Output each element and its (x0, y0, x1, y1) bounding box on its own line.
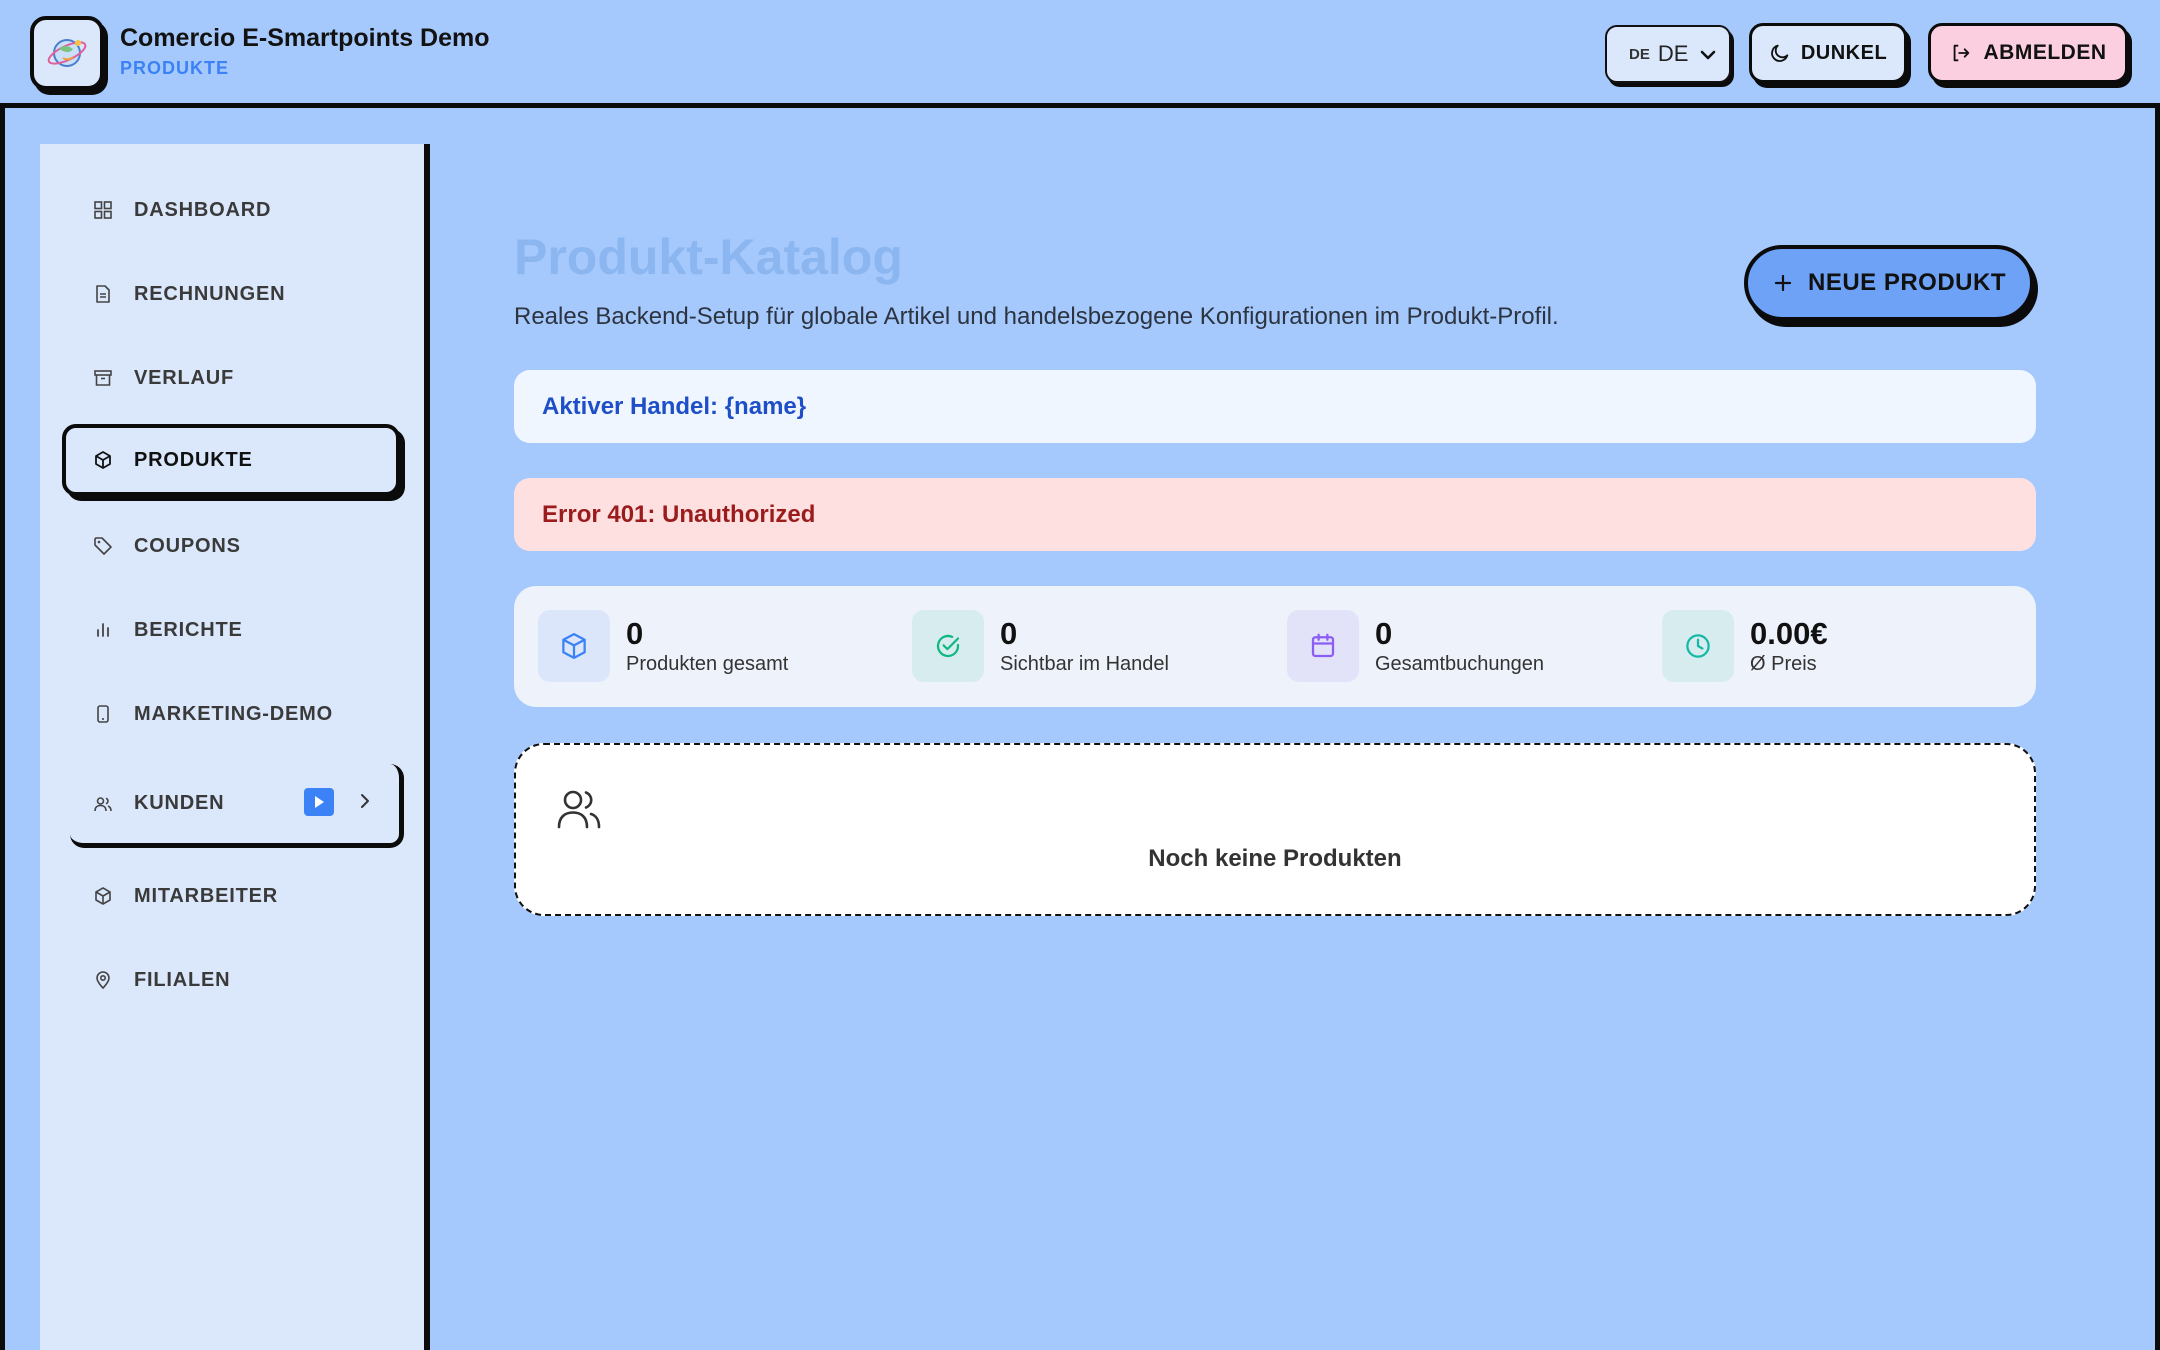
page-subtitle: Reales Backend-Setup für globale Artikel… (514, 303, 1559, 330)
sidebar-item-berichte[interactable]: BERICHTE (62, 594, 402, 666)
tag-icon (92, 535, 114, 557)
package-icon (92, 449, 114, 471)
page-title: Produkt-Katalog (514, 229, 903, 285)
logout-icon (1953, 44, 1969, 62)
play-icon (304, 788, 334, 816)
sidebar-item-mitarbeiter[interactable]: MITARBEITER (62, 860, 402, 932)
app-header: Comercio E-Smartpoints Demo PRODUKTE DE … (0, 0, 2160, 108)
sidebar-item-label: PRODUKTE (134, 448, 253, 471)
logout-button[interactable]: ABMELDEN (1928, 23, 2128, 83)
sidebar-item-label: COUPONS (134, 534, 241, 557)
sidebar-item-label: KUNDEN (134, 792, 225, 814)
language-flag: DE (1629, 45, 1650, 63)
plus-icon (1774, 274, 1792, 292)
calendar-icon (1287, 610, 1359, 682)
sidebar-item-verlauf[interactable]: VERLAUF (62, 342, 402, 414)
current-section-label: PRODUKTE (120, 58, 230, 78)
clock-icon (1662, 610, 1734, 682)
app-title: Comercio E-Smartpoints Demo (120, 24, 490, 52)
error-text: Error 401: Unauthorized (542, 500, 816, 528)
stat-value: 0.00€ (1750, 616, 1828, 651)
active-merchant-text: Aktiver Handel: {name} (542, 392, 807, 420)
empty-state-text: Noch keine Produkten (1148, 845, 1402, 872)
stat-value: 0 (626, 616, 644, 651)
logout-label: ABMELDEN (1983, 41, 2107, 64)
sidebar-item-label: BERICHTE (134, 618, 243, 641)
users-icon (557, 790, 601, 829)
new-product-button[interactable]: NEUE PRODUKT (1744, 245, 2034, 321)
users-icon (92, 793, 114, 815)
sidebar-item-marketing-demo[interactable]: MARKETING-DEMO (62, 678, 402, 750)
app-logo[interactable] (30, 16, 104, 90)
sidebar-item-label: MARKETING-DEMO (134, 702, 333, 725)
sidebar-item-rechnungen[interactable]: RECHNUNGEN (62, 258, 402, 330)
sidebar: DASHBOARD RECHNUNGEN VERLAUF PRODUKTE CO… (40, 144, 430, 1350)
stat-value: 0 (1000, 616, 1018, 651)
document-icon (92, 283, 114, 305)
new-product-label: NEUE PRODUKT (1807, 269, 2006, 296)
map-pin-icon (92, 969, 114, 991)
sidebar-item-label: FILIALEN (134, 968, 231, 991)
sidebar-item-filialen[interactable]: FILIALEN (62, 944, 402, 1016)
empty-state-card: Noch keine Produkten (514, 743, 2036, 916)
stat-label: Sichtbar im Handel (1000, 653, 1169, 675)
sidebar-item-dashboard[interactable]: DASHBOARD (62, 174, 402, 246)
sidebar-item-label: VERLAUF (134, 366, 235, 389)
active-merchant-banner: Aktiver Handel: {name} (514, 370, 2036, 443)
moon-icon (1771, 44, 1789, 62)
chevron-down-icon (1700, 50, 1716, 60)
globe-logo-icon (47, 39, 87, 67)
dark-mode-label: DUNKEL (1800, 41, 1888, 64)
language-value: DE (1657, 41, 1689, 66)
bar-chart-icon (92, 619, 114, 641)
archive-icon (92, 367, 114, 389)
sidebar-item-label: DASHBOARD (134, 198, 272, 221)
check-circle-icon (912, 610, 984, 682)
sidebar-item-label: RECHNUNGEN (134, 282, 286, 305)
sidebar-item-kunden[interactable]: KUNDEN (70, 764, 404, 848)
stat-label: Gesamtbuchungen (1375, 653, 1545, 675)
stats-panel: 0 Produkten gesamt 0 Sichtbar im Handel … (514, 586, 2036, 707)
chevron-right-icon[interactable] (358, 792, 372, 810)
package-icon (92, 885, 114, 907)
error-banner: Error 401: Unauthorized (514, 478, 2036, 551)
box-icon (538, 610, 610, 682)
sidebar-item-coupons[interactable]: COUPONS (62, 510, 402, 582)
frame-border-left (0, 108, 5, 1350)
stat-label: Ø Preis (1750, 653, 1817, 675)
stat-label: Produkten gesamt (626, 653, 789, 675)
stat-value: 0 (1375, 616, 1393, 651)
frame-border-right (2155, 108, 2160, 1350)
language-select[interactable]: DE DE (1605, 25, 1731, 83)
sidebar-item-label: MITARBEITER (134, 884, 278, 907)
dark-mode-button[interactable]: DUNKEL (1749, 23, 1907, 83)
grid-icon (92, 199, 114, 221)
tablet-icon (92, 703, 114, 725)
sidebar-item-produkte[interactable]: PRODUKTE (62, 424, 400, 496)
